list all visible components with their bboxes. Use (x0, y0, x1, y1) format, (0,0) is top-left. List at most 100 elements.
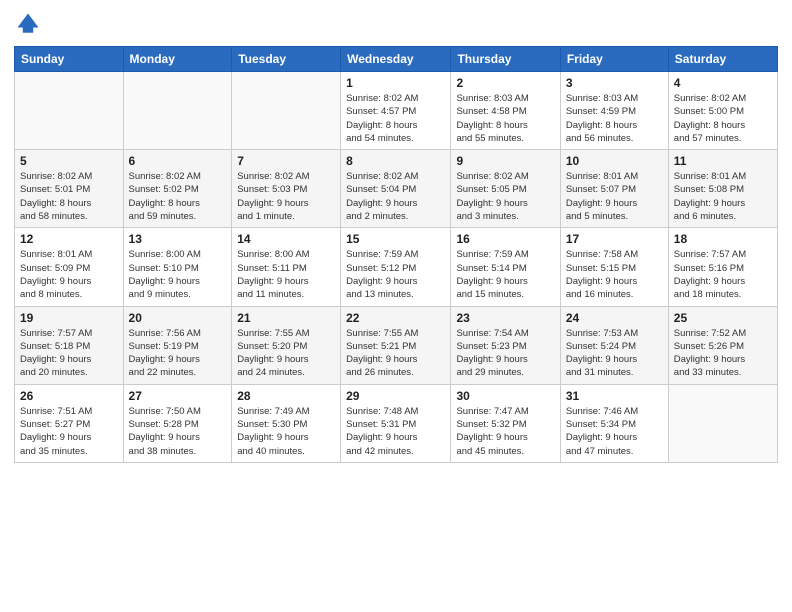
calendar-cell (123, 72, 232, 150)
day-info: Sunrise: 8:02 AM Sunset: 5:01 PM Dayligh… (20, 170, 118, 223)
day-number: 8 (346, 154, 445, 168)
day-info: Sunrise: 8:01 AM Sunset: 5:08 PM Dayligh… (674, 170, 772, 223)
day-info: Sunrise: 7:52 AM Sunset: 5:26 PM Dayligh… (674, 327, 772, 380)
calendar-cell: 6 Sunrise: 8:02 AM Sunset: 5:02 PM Daylig… (123, 150, 232, 228)
day-info: Sunrise: 7:58 AM Sunset: 5:15 PM Dayligh… (566, 248, 663, 301)
day-number: 4 (674, 76, 772, 90)
calendar-cell: 13 Sunrise: 8:00 AM Sunset: 5:10 PM Dayli… (123, 228, 232, 306)
calendar-cell: 16 Sunrise: 7:59 AM Sunset: 5:14 PM Dayli… (451, 228, 560, 306)
day-info: Sunrise: 8:02 AM Sunset: 5:03 PM Dayligh… (237, 170, 335, 223)
calendar-cell: 28 Sunrise: 7:49 AM Sunset: 5:30 PM Dayli… (232, 384, 341, 462)
calendar-cell (15, 72, 124, 150)
day-number: 25 (674, 311, 772, 325)
day-number: 15 (346, 232, 445, 246)
day-info: Sunrise: 7:51 AM Sunset: 5:27 PM Dayligh… (20, 405, 118, 458)
day-number: 24 (566, 311, 663, 325)
page: SundayMondayTuesdayWednesdayThursdayFrid… (0, 0, 792, 612)
calendar-cell: 31 Sunrise: 7:46 AM Sunset: 5:34 PM Dayli… (560, 384, 668, 462)
day-number: 7 (237, 154, 335, 168)
day-info: Sunrise: 8:02 AM Sunset: 5:00 PM Dayligh… (674, 92, 772, 145)
day-info: Sunrise: 8:02 AM Sunset: 5:04 PM Dayligh… (346, 170, 445, 223)
day-info: Sunrise: 8:02 AM Sunset: 5:02 PM Dayligh… (129, 170, 227, 223)
day-number: 17 (566, 232, 663, 246)
day-number: 12 (20, 232, 118, 246)
day-info: Sunrise: 8:03 AM Sunset: 4:58 PM Dayligh… (456, 92, 554, 145)
day-number: 3 (566, 76, 663, 90)
calendar-cell (232, 72, 341, 150)
calendar-cell: 2 Sunrise: 8:03 AM Sunset: 4:58 PM Daylig… (451, 72, 560, 150)
day-info: Sunrise: 8:01 AM Sunset: 5:09 PM Dayligh… (20, 248, 118, 301)
calendar-cell: 15 Sunrise: 7:59 AM Sunset: 5:12 PM Dayli… (341, 228, 451, 306)
day-number: 16 (456, 232, 554, 246)
weekday-header-wednesday: Wednesday (341, 47, 451, 72)
day-number: 6 (129, 154, 227, 168)
day-number: 31 (566, 389, 663, 403)
logo-icon (14, 10, 42, 38)
calendar-cell: 12 Sunrise: 8:01 AM Sunset: 5:09 PM Dayli… (15, 228, 124, 306)
calendar-cell: 29 Sunrise: 7:48 AM Sunset: 5:31 PM Dayli… (341, 384, 451, 462)
day-info: Sunrise: 7:46 AM Sunset: 5:34 PM Dayligh… (566, 405, 663, 458)
day-info: Sunrise: 7:55 AM Sunset: 5:20 PM Dayligh… (237, 327, 335, 380)
calendar-cell: 7 Sunrise: 8:02 AM Sunset: 5:03 PM Daylig… (232, 150, 341, 228)
day-info: Sunrise: 7:47 AM Sunset: 5:32 PM Dayligh… (456, 405, 554, 458)
day-info: Sunrise: 7:55 AM Sunset: 5:21 PM Dayligh… (346, 327, 445, 380)
calendar-cell: 27Sunrise: 7:50 AM Sunset: 5:28 PM Dayli… (123, 384, 232, 462)
day-info: Sunrise: 7:59 AM Sunset: 5:14 PM Dayligh… (456, 248, 554, 301)
day-number: 27 (129, 389, 227, 403)
day-number: 20 (129, 311, 227, 325)
day-number: 5 (20, 154, 118, 168)
calendar-cell: 17 Sunrise: 7:58 AM Sunset: 5:15 PM Dayli… (560, 228, 668, 306)
week-row-1: 1 Sunrise: 8:02 AM Sunset: 4:57 PM Daylig… (15, 72, 778, 150)
calendar-cell: 22 Sunrise: 7:55 AM Sunset: 5:21 PM Dayli… (341, 306, 451, 384)
week-row-3: 12 Sunrise: 8:01 AM Sunset: 5:09 PM Dayli… (15, 228, 778, 306)
day-info: Sunrise: 8:03 AM Sunset: 4:59 PM Dayligh… (566, 92, 663, 145)
calendar-cell: 10Sunrise: 8:01 AM Sunset: 5:07 PM Dayli… (560, 150, 668, 228)
calendar-table: SundayMondayTuesdayWednesdayThursdayFrid… (14, 46, 778, 463)
day-number: 18 (674, 232, 772, 246)
day-info: Sunrise: 8:01 AM Sunset: 5:07 PM Dayligh… (566, 170, 663, 223)
calendar-cell: 26 Sunrise: 7:51 AM Sunset: 5:27 PM Dayli… (15, 384, 124, 462)
day-info: Sunrise: 7:49 AM Sunset: 5:30 PM Dayligh… (237, 405, 335, 458)
weekday-header-sunday: Sunday (15, 47, 124, 72)
day-info: Sunrise: 8:02 AM Sunset: 4:57 PM Dayligh… (346, 92, 445, 145)
day-info: Sunrise: 7:56 AM Sunset: 5:19 PM Dayligh… (129, 327, 227, 380)
day-info: Sunrise: 7:53 AM Sunset: 5:24 PM Dayligh… (566, 327, 663, 380)
calendar-cell: 25 Sunrise: 7:52 AM Sunset: 5:26 PM Dayli… (668, 306, 777, 384)
calendar-cell: 24 Sunrise: 7:53 AM Sunset: 5:24 PM Dayli… (560, 306, 668, 384)
day-number: 1 (346, 76, 445, 90)
calendar-cell: 11Sunrise: 8:01 AM Sunset: 5:08 PM Dayli… (668, 150, 777, 228)
weekday-header-saturday: Saturday (668, 47, 777, 72)
day-info: Sunrise: 8:00 AM Sunset: 5:10 PM Dayligh… (129, 248, 227, 301)
calendar-cell: 21 Sunrise: 7:55 AM Sunset: 5:20 PM Dayli… (232, 306, 341, 384)
calendar-cell: 4 Sunrise: 8:02 AM Sunset: 5:00 PM Daylig… (668, 72, 777, 150)
week-row-4: 19 Sunrise: 7:57 AM Sunset: 5:18 PM Dayli… (15, 306, 778, 384)
week-row-5: 26 Sunrise: 7:51 AM Sunset: 5:27 PM Dayli… (15, 384, 778, 462)
day-info: Sunrise: 8:02 AM Sunset: 5:05 PM Dayligh… (456, 170, 554, 223)
weekday-header-row: SundayMondayTuesdayWednesdayThursdayFrid… (15, 47, 778, 72)
day-number: 19 (20, 311, 118, 325)
weekday-header-thursday: Thursday (451, 47, 560, 72)
day-number: 28 (237, 389, 335, 403)
weekday-header-tuesday: Tuesday (232, 47, 341, 72)
header (14, 10, 778, 38)
calendar-cell: 1 Sunrise: 8:02 AM Sunset: 4:57 PM Daylig… (341, 72, 451, 150)
day-info: Sunrise: 7:48 AM Sunset: 5:31 PM Dayligh… (346, 405, 445, 458)
day-info: Sunrise: 7:57 AM Sunset: 5:18 PM Dayligh… (20, 327, 118, 380)
day-info: Sunrise: 7:59 AM Sunset: 5:12 PM Dayligh… (346, 248, 445, 301)
day-number: 26 (20, 389, 118, 403)
week-row-2: 5 Sunrise: 8:02 AM Sunset: 5:01 PM Daylig… (15, 150, 778, 228)
day-number: 9 (456, 154, 554, 168)
day-number: 21 (237, 311, 335, 325)
day-number: 29 (346, 389, 445, 403)
calendar-cell: 23Sunrise: 7:54 AM Sunset: 5:23 PM Dayli… (451, 306, 560, 384)
calendar-cell: 30Sunrise: 7:47 AM Sunset: 5:32 PM Dayli… (451, 384, 560, 462)
day-number: 13 (129, 232, 227, 246)
day-info: Sunrise: 8:00 AM Sunset: 5:11 PM Dayligh… (237, 248, 335, 301)
day-number: 23 (456, 311, 554, 325)
calendar-cell: 20 Sunrise: 7:56 AM Sunset: 5:19 PM Dayli… (123, 306, 232, 384)
day-number: 14 (237, 232, 335, 246)
day-number: 2 (456, 76, 554, 90)
calendar-cell: 3 Sunrise: 8:03 AM Sunset: 4:59 PM Daylig… (560, 72, 668, 150)
day-number: 22 (346, 311, 445, 325)
calendar-cell: 8 Sunrise: 8:02 AM Sunset: 5:04 PM Daylig… (341, 150, 451, 228)
